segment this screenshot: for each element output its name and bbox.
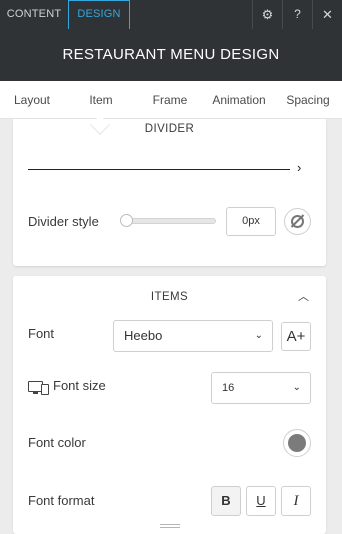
- chevron-up-icon[interactable]: ︿: [298, 288, 309, 304]
- chevron-down-icon: ⌄: [292, 382, 301, 393]
- resize-handle[interactable]: [160, 524, 180, 531]
- help-icon[interactable]: ?: [282, 0, 312, 29]
- close-icon[interactable]: ✕: [312, 0, 342, 29]
- font-color-fill: [288, 434, 306, 452]
- sub-tabs: Layout Item Frame Animation Spacing: [0, 81, 342, 119]
- divider-preview[interactable]: [28, 169, 290, 170]
- font-format-label: Font format: [28, 493, 95, 508]
- divider-section-title: DIVIDER: [144, 123, 195, 135]
- font-color-picker[interactable]: [283, 429, 311, 457]
- chevron-right-icon[interactable]: ›: [297, 160, 301, 175]
- items-section: ITEMS ︿ Font Heebo ⌄ A+ Font size 16 ⌄ F…: [13, 276, 326, 534]
- font-size-select[interactable]: 16 ⌄: [211, 372, 311, 404]
- font-size-label: Font size: [53, 378, 106, 393]
- tab-content[interactable]: CONTENT: [0, 0, 68, 29]
- font-select-value: Heebo: [124, 328, 163, 343]
- tab-frame[interactable]: Frame: [142, 81, 198, 119]
- tab-spacing[interactable]: Spacing: [280, 81, 336, 119]
- divider-slider-handle[interactable]: [120, 214, 133, 227]
- tab-animation[interactable]: Animation: [205, 81, 273, 119]
- no-divider-icon[interactable]: [284, 208, 311, 235]
- bold-button[interactable]: B: [211, 486, 241, 516]
- items-section-title: ITEMS: [150, 291, 189, 303]
- divider-width-input[interactable]: 0px: [226, 207, 276, 236]
- font-label: Font: [28, 326, 55, 341]
- page-title: RESTAURANT MENU DESIGN: [0, 29, 342, 81]
- font-select[interactable]: Heebo ⌄: [113, 320, 273, 352]
- gear-icon[interactable]: ⚙: [252, 0, 282, 29]
- top-bar: CONTENT DESIGN ⚙ ? ✕: [0, 0, 342, 29]
- tab-item[interactable]: Item: [72, 81, 130, 119]
- divider-slider-track[interactable]: [123, 218, 216, 224]
- divider-style-label: Divider style: [28, 214, 99, 229]
- chevron-down-icon: ⌄: [254, 330, 263, 341]
- underline-button[interactable]: U: [246, 486, 276, 516]
- devices-icon[interactable]: [28, 381, 50, 395]
- font-size-value: 16: [222, 382, 235, 394]
- tab-layout[interactable]: Layout: [0, 81, 64, 119]
- font-color-label: Font color: [28, 435, 86, 450]
- divider-section: DIVIDER › Divider style 0px: [13, 119, 326, 266]
- tab-design[interactable]: DESIGN: [68, 0, 130, 29]
- add-font-button[interactable]: A+: [281, 322, 311, 351]
- italic-button[interactable]: I: [281, 486, 311, 516]
